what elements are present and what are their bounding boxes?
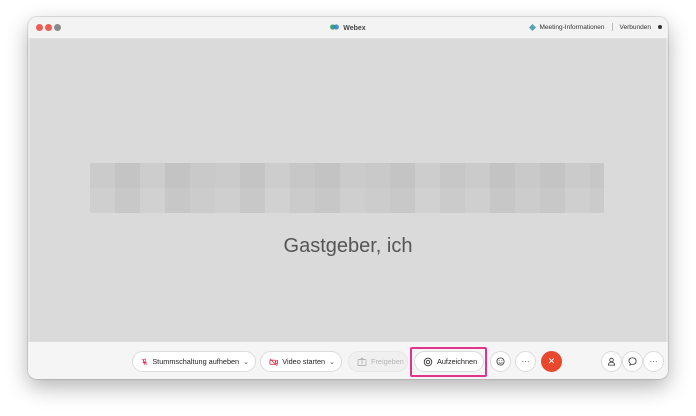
meeting-info-icon xyxy=(528,23,536,31)
connection-status: Verbunden xyxy=(619,23,651,31)
start-video-button[interactable]: Video starten ⌄ xyxy=(260,351,342,372)
more-icon: ··· xyxy=(521,357,530,366)
start-video-label: Video starten xyxy=(282,357,326,366)
end-meeting-button[interactable]: ✕ xyxy=(541,351,562,372)
chat-bubble-icon xyxy=(628,357,637,366)
chevron-down-icon[interactable]: ⌄ xyxy=(243,358,249,366)
smiley-icon xyxy=(496,357,505,366)
record-highlight-box xyxy=(410,347,487,377)
more-options-button[interactable]: ··· xyxy=(515,351,536,372)
meeting-control-bar: Stummschaltung aufheben ⌄ Video starten … xyxy=(28,341,668,379)
webex-logo-icon xyxy=(330,24,340,30)
share-icon xyxy=(357,356,367,366)
unmute-button[interactable]: Stummschaltung aufheben ⌄ xyxy=(132,351,256,372)
microphone-muted-icon xyxy=(141,358,148,365)
video-stage: Gastgeber, ich xyxy=(30,39,666,359)
more-icon: ··· xyxy=(649,357,658,366)
title-bar: Webex Meeting-Informationen Verbunden xyxy=(28,17,668,39)
share-button[interactable]: Freigeben xyxy=(348,351,408,372)
chat-button[interactable] xyxy=(622,351,643,372)
participants-button[interactable] xyxy=(601,351,622,372)
person-icon xyxy=(607,357,616,366)
video-off-icon xyxy=(269,357,278,366)
close-icon: ✕ xyxy=(547,356,556,366)
chevron-down-icon[interactable]: ⌄ xyxy=(329,358,335,366)
participant-name: Gastgeber, ich xyxy=(283,235,413,257)
unmute-label: Stummschaltung aufheben xyxy=(152,357,240,366)
pixelated-participant-video xyxy=(90,163,604,213)
reactions-button[interactable] xyxy=(490,351,511,372)
share-label: Freigeben xyxy=(371,357,404,366)
app-title-text: Webex xyxy=(343,25,366,32)
title-bar-right: Meeting-Informationen Verbunden xyxy=(528,23,662,31)
connection-status-dot-icon xyxy=(658,25,662,29)
more-panels-button[interactable]: ··· xyxy=(643,351,664,372)
title-bar-divider xyxy=(611,23,613,31)
webex-window: Webex Meeting-Informationen Verbunden Ga… xyxy=(28,17,668,379)
meeting-info-link[interactable]: Meeting-Informationen xyxy=(540,24,605,31)
